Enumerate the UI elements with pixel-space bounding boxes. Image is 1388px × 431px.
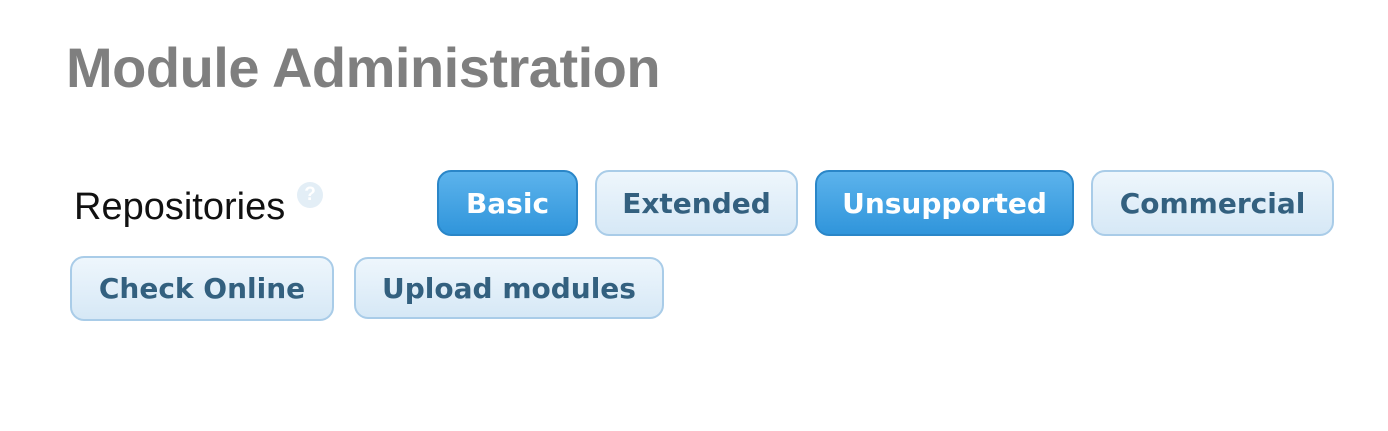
upload-modules-button[interactable]: Upload modules — [354, 257, 664, 319]
repo-commercial-button[interactable]: Commercial — [1091, 170, 1334, 236]
repo-unsupported-button[interactable]: Unsupported — [815, 170, 1074, 236]
repo-basic-button[interactable]: Basic — [437, 170, 578, 236]
page-title: Module Administration — [66, 36, 661, 99]
check-online-button[interactable]: Check Online — [70, 256, 334, 321]
help-icon[interactable]: ? — [297, 182, 323, 208]
repo-extended-button[interactable]: Extended — [595, 170, 798, 236]
repositories-label: Repositories — [74, 185, 286, 228]
